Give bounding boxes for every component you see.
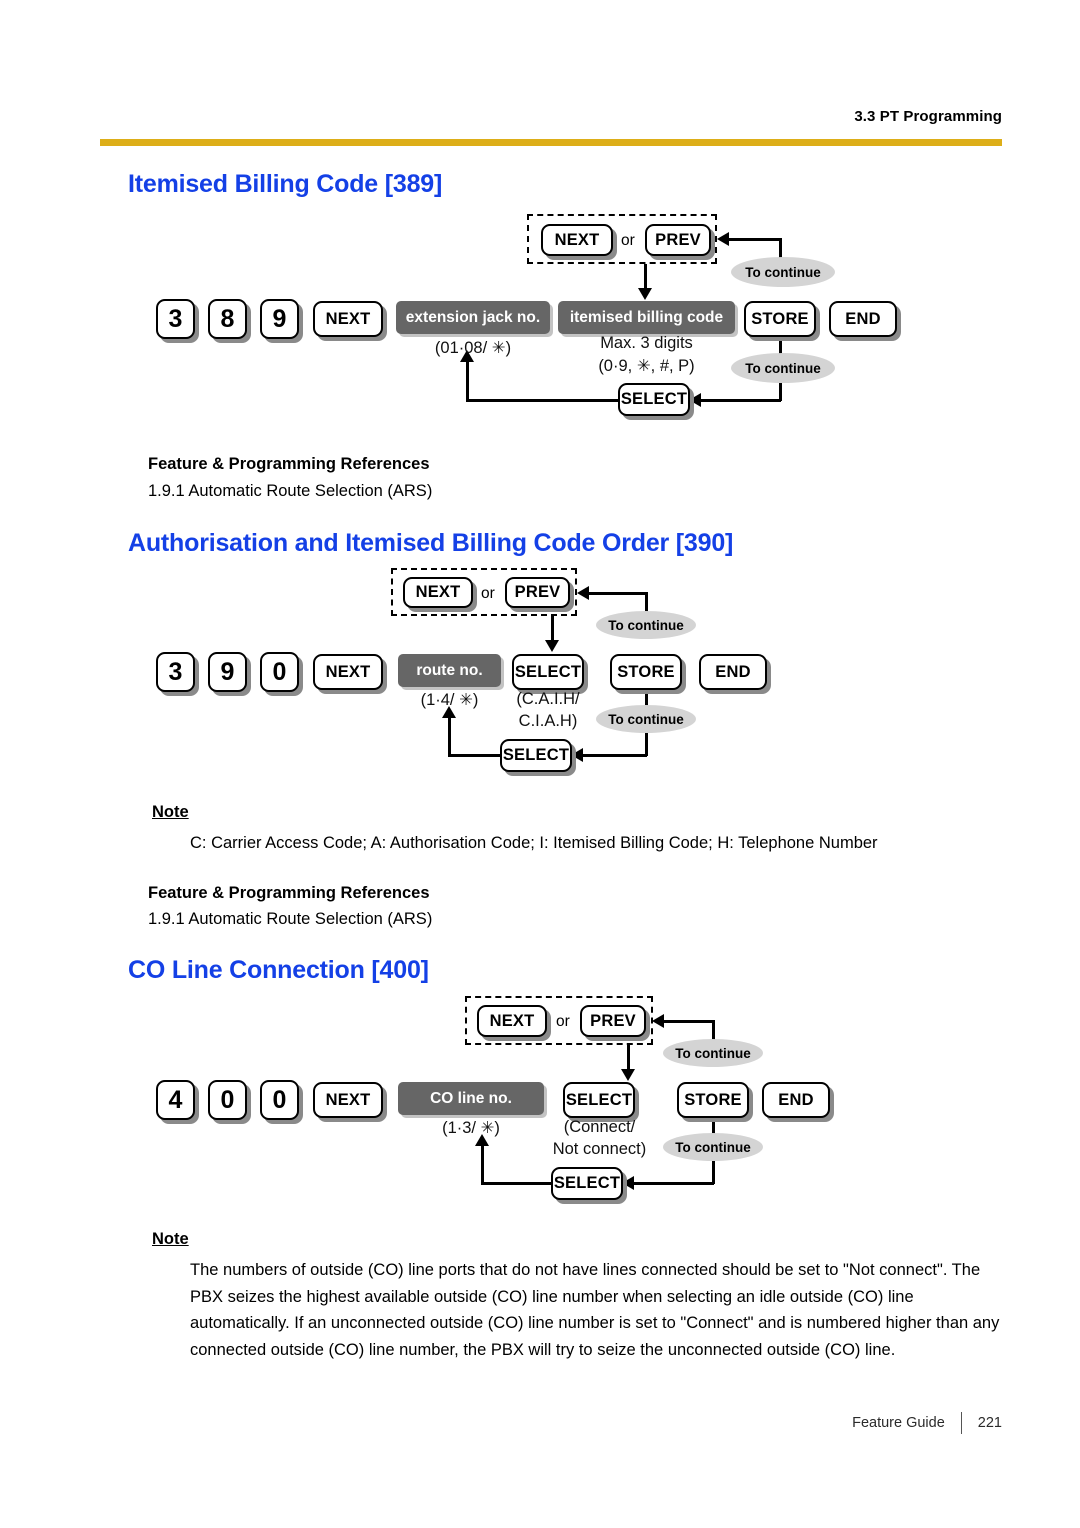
references-heading-389: Feature & Programming References [148, 455, 430, 473]
connector-store-to-select-horizontal-390 [582, 754, 647, 757]
caption-extension-jack-range-389: (01·08/ ✳) [434, 339, 512, 357]
arrowhead-to-select-400 [622, 1176, 634, 1190]
select-key-390[interactable]: SELECT [500, 739, 572, 772]
to-continue-badge-lower-390: To continue [596, 705, 696, 733]
note-body-400: The numbers of outside (CO) line ports t… [190, 1261, 1000, 1359]
arrowhead-toggle-to-select-400 [621, 1069, 635, 1081]
connector-store-to-toggle-horizontal-389 [728, 238, 781, 241]
arrowhead-toggle-to-select-390 [545, 640, 559, 652]
or-label-400: or [556, 1013, 570, 1030]
page-footer: Feature Guide 221 [852, 1412, 1002, 1434]
field-extension-jack-no-389[interactable]: extension jack no. [396, 301, 550, 334]
arrowhead-store-to-toggle-400 [652, 1014, 664, 1028]
end-key-390[interactable]: END [699, 654, 767, 690]
store-key-389[interactable]: STORE [744, 301, 816, 337]
arrowhead-toggle-to-field-389 [638, 288, 652, 300]
digit-key-9-390[interactable]: 9 [208, 652, 247, 692]
to-continue-badge-upper-400: To continue [663, 1039, 763, 1067]
arrowhead-store-to-toggle-389 [717, 232, 729, 246]
connector-store-to-select-vertical-390 [645, 729, 648, 756]
to-continue-badge-lower-389: To continue [731, 353, 835, 383]
connector-store-to-toggle-horizontal-400 [663, 1020, 714, 1023]
store-key-400[interactable]: STORE [677, 1082, 749, 1118]
to-continue-badge-upper-389: To continue [731, 257, 835, 287]
digit-key-0a-400[interactable]: 0 [208, 1080, 247, 1120]
next-toggle-key-389[interactable]: NEXT [541, 224, 613, 256]
arrowhead-store-to-toggle-390 [577, 586, 589, 600]
digit-key-4-400[interactable]: 4 [156, 1080, 195, 1120]
connector-select-loop-vertical-390 [448, 716, 451, 756]
caption-connect-line1-400: (Connect/ [563, 1118, 636, 1136]
note-heading-390: Note [152, 803, 189, 821]
caption-max-digits-389: Max. 3 digits [600, 334, 693, 352]
connector-select-loop-vertical-389 [466, 360, 469, 400]
arrowhead-to-select-390 [571, 748, 583, 762]
field-co-line-no-400[interactable]: CO line no. [398, 1082, 544, 1115]
field-route-no-390[interactable]: route no. [398, 654, 501, 687]
caption-order-line2-390: C.I.A.H) [518, 712, 578, 730]
select-key-400[interactable]: SELECT [551, 1167, 623, 1200]
note-body-390: C: Carrier Access Code; A: Authorisation… [190, 834, 878, 852]
next-key-390[interactable]: NEXT [313, 654, 383, 690]
connector-store-to-toggle-horizontal-390 [588, 592, 647, 595]
prev-toggle-key-390[interactable]: PREV [505, 577, 570, 608]
prev-toggle-key-389[interactable]: PREV [645, 224, 711, 256]
or-label-389: or [621, 232, 635, 249]
connector-store-to-select-horizontal-389 [700, 399, 781, 402]
select-top-key-400[interactable]: SELECT [563, 1082, 635, 1118]
note-heading-400: Note [152, 1230, 189, 1248]
select-key-389[interactable]: SELECT [618, 383, 690, 416]
page-title-co-line-connection: CO Line Connection [400] [128, 956, 429, 984]
caption-digit-set-389: (0·9, ✳, #, P) [598, 357, 695, 375]
references-item-389-0: 1.9.1 Automatic Route Selection (ARS) [148, 482, 433, 500]
page-title-authorisation-order: Authorisation and Itemised Billing Code … [128, 529, 734, 557]
digit-key-0-390[interactable]: 0 [260, 652, 299, 692]
connector-select-loop-horizontal-390 [448, 754, 502, 757]
caption-connect-line2-400: Not connect) [552, 1140, 647, 1158]
next-key-389[interactable]: NEXT [313, 301, 383, 337]
field-itemised-billing-code-389[interactable]: itemised billing code [558, 301, 735, 334]
connector-store-to-select-horizontal-400 [633, 1182, 714, 1185]
digit-key-0b-400[interactable]: 0 [260, 1080, 299, 1120]
digit-key-9-389[interactable]: 9 [260, 299, 299, 339]
caption-route-no-range-390: (1·4/ ✳) [420, 691, 479, 709]
end-key-389[interactable]: END [829, 301, 897, 337]
footer-doc-title: Feature Guide [852, 1415, 945, 1431]
digit-key-3-389[interactable]: 3 [156, 299, 195, 339]
header-gold-rule [100, 139, 1002, 146]
references-heading-390: Feature & Programming References [148, 884, 430, 902]
digit-key-3-390[interactable]: 3 [156, 652, 195, 692]
next-toggle-key-390[interactable]: NEXT [403, 577, 473, 608]
caption-co-line-range-400: (1·3/ ✳) [442, 1119, 500, 1137]
connector-select-loop-horizontal-389 [466, 399, 620, 402]
to-continue-badge-lower-400: To continue [663, 1133, 763, 1161]
caption-order-line1-390: (C.A.I.H/ [516, 690, 580, 708]
prev-toggle-key-400[interactable]: PREV [580, 1005, 646, 1037]
next-key-400[interactable]: NEXT [313, 1082, 383, 1118]
page-title-itemised-billing-code: Itemised Billing Code [389] [128, 170, 443, 198]
select-top-key-390[interactable]: SELECT [512, 654, 584, 690]
connector-select-loop-horizontal-400 [481, 1182, 553, 1185]
arrowhead-to-select-389 [689, 393, 701, 407]
connector-store-to-select-vertical-400 [712, 1157, 715, 1184]
to-continue-badge-upper-390: To continue [596, 611, 696, 639]
end-key-400[interactable]: END [762, 1082, 830, 1118]
footer-page-number: 221 [977, 1415, 1002, 1431]
page-header-section-label: 3.3 PT Programming [854, 108, 1002, 125]
footer-divider [960, 1412, 962, 1434]
next-toggle-key-400[interactable]: NEXT [477, 1005, 547, 1037]
store-key-390[interactable]: STORE [610, 654, 682, 690]
references-item-390-0: 1.9.1 Automatic Route Selection (ARS) [148, 910, 433, 928]
connector-select-loop-vertical-400 [481, 1144, 484, 1184]
or-label-390: or [481, 585, 495, 602]
digit-key-8-389[interactable]: 8 [208, 299, 247, 339]
